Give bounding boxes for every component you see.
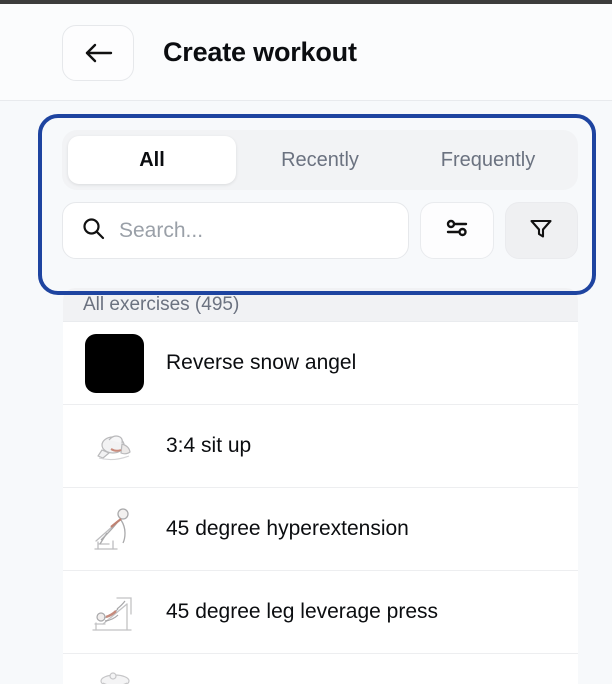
exercise-name: Reverse snow angel — [166, 351, 356, 375]
exercise-thumbnail — [85, 417, 144, 476]
exercise-name: 45 degree leg leverage press — [166, 600, 438, 624]
exercise-name: 3:4 sit up — [166, 434, 251, 458]
exercise-name: 45 degree hyperextension — [166, 517, 409, 541]
search-input[interactable] — [119, 203, 390, 258]
filter-button[interactable] — [505, 202, 579, 259]
exercise-list-panel: All exercises (495) Reverse snow angel — [63, 288, 578, 684]
table-row[interactable] — [63, 654, 578, 684]
exercise-thumbnail — [85, 666, 144, 684]
page-title: Create workout — [163, 37, 357, 68]
filter-tabs: All Recently Frequently — [62, 130, 578, 190]
tab-frequently[interactable]: Frequently — [404, 136, 572, 184]
app-header: Create workout — [0, 4, 612, 101]
tab-all[interactable]: All — [68, 136, 236, 184]
create-workout-screen: Create workout All Recently Frequently — [0, 0, 612, 684]
table-row[interactable]: 45 degree hyperextension — [63, 488, 578, 571]
controls-section: All Recently Frequently — [0, 102, 612, 294]
section-header: All exercises (495) — [63, 288, 578, 322]
sort-options-button[interactable] — [420, 202, 494, 259]
search-row — [62, 202, 578, 259]
exercise-thumbnail — [85, 334, 144, 393]
search-box[interactable] — [62, 202, 409, 259]
table-row[interactable]: 45 degree leg leverage press — [63, 571, 578, 654]
sliders-horizontal-icon — [444, 215, 470, 246]
exercise-thumbnail — [85, 583, 144, 642]
funnel-icon — [528, 215, 554, 246]
exercise-thumbnail — [85, 500, 144, 559]
back-button[interactable] — [62, 25, 134, 81]
tab-recently[interactable]: Recently — [236, 136, 404, 184]
table-row[interactable]: Reverse snow angel — [63, 322, 578, 405]
arrow-left-icon — [83, 41, 113, 65]
search-icon — [81, 216, 105, 245]
table-row[interactable]: 3:4 sit up — [63, 405, 578, 488]
